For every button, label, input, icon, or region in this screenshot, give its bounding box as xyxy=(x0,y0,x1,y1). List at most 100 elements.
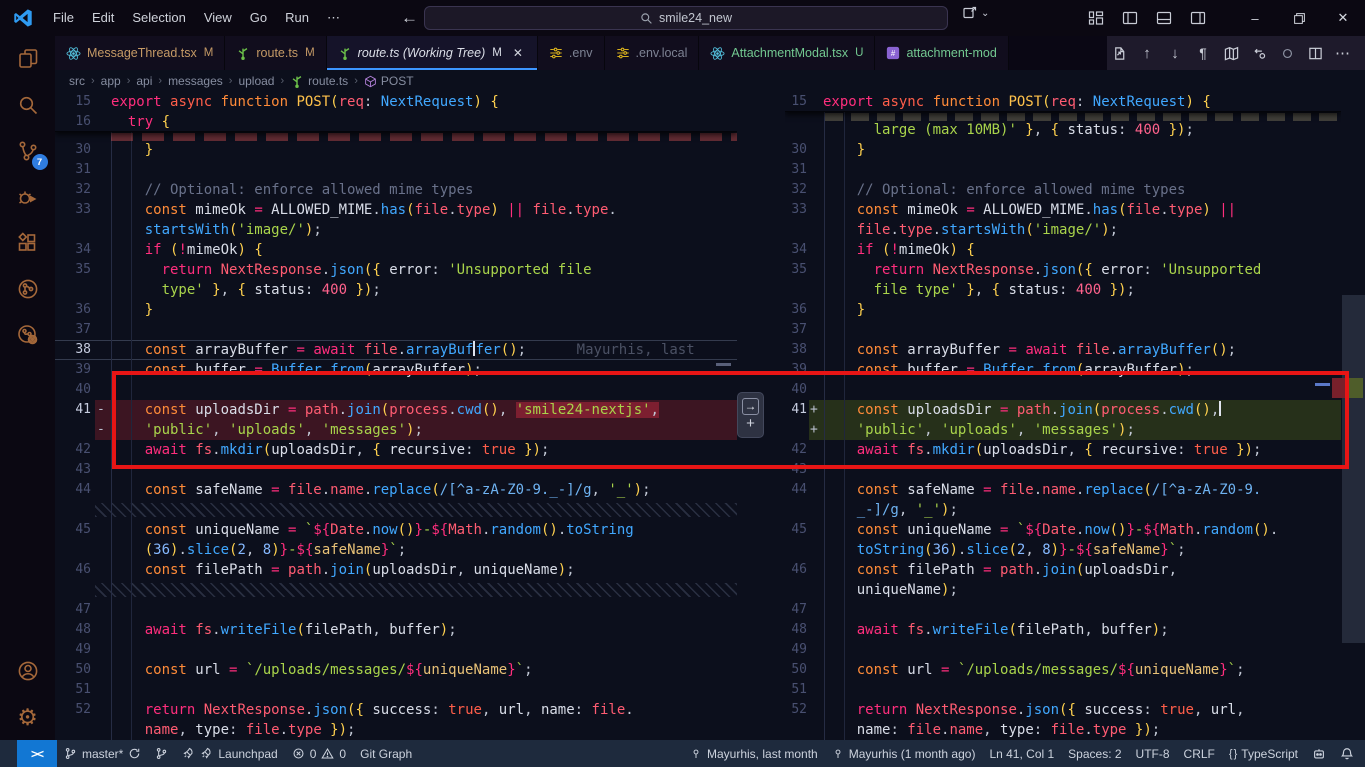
line-number: 49 xyxy=(785,640,809,660)
tab-label: .env xyxy=(569,46,593,60)
tab--env[interactable]: .env xyxy=(538,36,605,70)
code-line: large (max 10MB)' }, { status: 400 }); xyxy=(785,120,1341,140)
line-number xyxy=(785,420,809,440)
breadcrumb-messages[interactable]: messages xyxy=(168,74,223,88)
tab-route-ts-working-tree-[interactable]: route.ts (Working Tree)M✕ xyxy=(327,36,538,70)
statusbar-text: 0 xyxy=(339,747,346,761)
toggle-panel-icon[interactable] xyxy=(1151,5,1177,31)
commit-icon xyxy=(690,747,702,760)
tab-attachmentmodal-tsx[interactable]: AttachmentModal.tsx U xyxy=(699,36,875,70)
activity-search[interactable] xyxy=(4,82,52,128)
statusbar-eol[interactable]: CRLF xyxy=(1177,740,1222,767)
tune-icon xyxy=(616,46,630,60)
diff-editor[interactable]: 15export async function POST(req: NextRe… xyxy=(55,92,1365,740)
breadcrumb-separator: › xyxy=(354,75,358,87)
restore-button[interactable] xyxy=(1277,0,1321,36)
menu-edit[interactable]: Edit xyxy=(83,5,123,31)
line-number: 32 xyxy=(785,180,809,200)
line-number: 52 xyxy=(785,700,809,720)
menu-bar: FileEditSelectionViewGoRun⋯ xyxy=(44,5,349,31)
diff-pane-modified[interactable]: 15export async function POST(req: NextRe… xyxy=(785,92,1341,740)
statusbar-git-graph-view[interactable] xyxy=(148,740,175,767)
activity-run-debug[interactable] xyxy=(4,174,52,220)
commit-icon xyxy=(832,747,844,760)
menu-run[interactable]: Run xyxy=(276,5,318,31)
line-number xyxy=(785,580,809,600)
statusbar-git-graph[interactable]: Git Graph xyxy=(353,740,419,767)
tab-attachment-mod[interactable]: #attachment-mod xyxy=(875,36,1008,70)
nav-back-icon[interactable]: ← xyxy=(401,8,418,28)
statusbar-copilot[interactable] xyxy=(1305,740,1333,767)
activity-explorer[interactable] xyxy=(4,36,52,82)
sync-dropdown[interactable]: ⌄ xyxy=(962,5,989,21)
tab--env-local[interactable]: .env.local xyxy=(605,36,700,70)
swap-icon[interactable] xyxy=(1247,41,1271,65)
statusbar-cursor-position[interactable]: Ln 41, Col 1 xyxy=(982,740,1061,767)
tab-messagethread-tsx[interactable]: MessageThread.tsxM xyxy=(55,36,225,70)
line-number: 30 xyxy=(785,140,809,160)
tab-dirty-badge: U xyxy=(855,47,863,59)
command-center-search[interactable]: smile24_new xyxy=(424,6,948,30)
line-number: 51 xyxy=(785,680,809,700)
arrow-up-icon[interactable]: ↑ xyxy=(1135,41,1159,65)
activity-source-control[interactable]: 7 xyxy=(4,128,52,174)
breadcrumb-src[interactable]: src xyxy=(69,74,85,88)
code-line: + 'public', 'uploads', 'messages'); xyxy=(785,420,1341,440)
menu-go[interactable]: Go xyxy=(241,5,276,31)
statusbar-launchpad[interactable]: Launchpad xyxy=(175,740,284,767)
breadcrumb-route.ts[interactable]: route.ts xyxy=(290,74,348,88)
apply-change-arrow-icon[interactable]: → xyxy=(742,398,759,415)
activity-git-graph[interactable] xyxy=(4,266,52,312)
toggle-secondary-sidebar-icon[interactable] xyxy=(1185,5,1211,31)
clipped-line xyxy=(111,133,737,141)
menu-file[interactable]: File xyxy=(44,5,83,31)
vertical-scrollbar[interactable] xyxy=(1342,295,1365,643)
circle-icon[interactable] xyxy=(1275,41,1299,65)
robot-icon xyxy=(1312,747,1326,761)
statusbar-language-mode[interactable]: { }TypeScript xyxy=(1222,740,1305,767)
split-icon[interactable] xyxy=(1303,41,1327,65)
menu-view[interactable]: View xyxy=(195,5,241,31)
goto-file-icon[interactable] xyxy=(1107,41,1131,65)
revert-block-widget[interactable]: → + xyxy=(737,392,764,438)
breadcrumb-app[interactable]: app xyxy=(101,74,121,88)
customize-layout-icon[interactable] xyxy=(1083,5,1109,31)
tab-label: AttachmentModal.tsx xyxy=(731,46,848,60)
toggle-sidebar-icon[interactable] xyxy=(1117,5,1143,31)
breadcrumb-post[interactable]: POST xyxy=(364,74,414,88)
arrow-down-icon[interactable]: ↓ xyxy=(1163,41,1187,65)
breadcrumb-api[interactable]: api xyxy=(136,74,152,88)
menu-selection[interactable]: Selection xyxy=(123,5,194,31)
statusbar-branch[interactable]: master* xyxy=(57,740,148,767)
statusbar-indentation[interactable]: Spaces: 2 xyxy=(1061,740,1128,767)
diff-pane-original[interactable]: 15export async function POST(req: NextRe… xyxy=(55,92,737,740)
code-line: 52 return NextResponse.json({ success: t… xyxy=(785,700,1341,720)
statusbar-encoding[interactable]: UTF-8 xyxy=(1129,740,1177,767)
menu-⋯[interactable]: ⋯ xyxy=(318,5,349,31)
activity-settings[interactable]: ⚙ xyxy=(4,694,52,740)
editor-actions: ↑↓¶ ⋯ xyxy=(1107,36,1365,70)
close-button[interactable]: ✕ xyxy=(1321,0,1365,36)
code-line: 35 return NextResponse.json({ error: 'Un… xyxy=(785,260,1341,280)
statusbar-notifications[interactable] xyxy=(1333,740,1361,767)
minimize-button[interactable]: – xyxy=(1233,0,1277,36)
breadcrumb-separator: › xyxy=(229,75,233,87)
map-icon[interactable] xyxy=(1219,41,1243,65)
breadcrumb-upload[interactable]: upload xyxy=(238,74,274,88)
code-line: 51 xyxy=(785,680,1341,700)
statusbar-text: Mayurhis, last month xyxy=(707,747,818,761)
statusbar-problems[interactable]: 00 xyxy=(285,740,353,767)
statusbar-remote[interactable]: >< xyxy=(17,740,57,767)
code-line: 49 xyxy=(55,640,737,660)
statusbar-blame-right[interactable]: Mayurhis (1 month ago) xyxy=(825,740,983,767)
line-number: 46 xyxy=(55,560,95,580)
pilcrow-icon[interactable]: ¶ xyxy=(1191,41,1215,65)
activity-account[interactable] xyxy=(4,648,52,694)
tab-close-icon[interactable]: ✕ xyxy=(510,45,526,61)
activity-extensions[interactable] xyxy=(4,220,52,266)
tab-route-ts[interactable]: route.tsM xyxy=(225,36,326,70)
more-icon[interactable]: ⋯ xyxy=(1331,41,1355,65)
statusbar-blame-left[interactable]: Mayurhis, last month xyxy=(683,740,825,767)
activity-gitlens[interactable] xyxy=(4,312,52,358)
stage-change-plus-icon[interactable]: + xyxy=(746,415,755,433)
